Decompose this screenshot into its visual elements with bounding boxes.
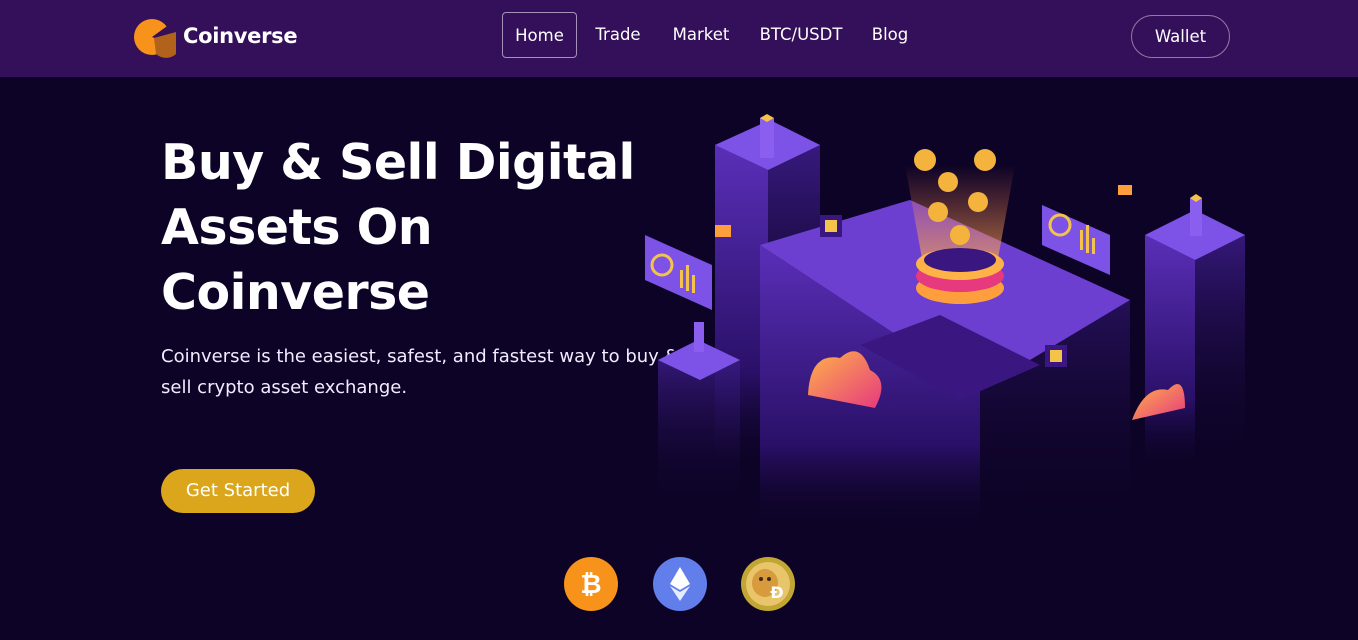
hero-title: Buy & Sell Digital Assets On Coinverse <box>161 134 635 321</box>
top-navbar: Coinverse Home Trade Market BTC/USDT Blo… <box>0 0 1358 77</box>
svg-text:Ð: Ð <box>770 583 783 602</box>
nav-btc-usdt[interactable]: BTC/USDT <box>754 12 848 58</box>
brand[interactable]: Coinverse <box>132 14 298 58</box>
coinverse-logo-icon <box>132 14 181 58</box>
brand-name: Coinverse <box>183 24 298 48</box>
left-chart-panel <box>645 235 712 310</box>
svg-text:₿: ₿ <box>580 570 601 600</box>
right-tower <box>1145 194 1245 470</box>
nav-market[interactable]: Market <box>666 12 736 58</box>
bitcoin-icon: ₿ <box>564 557 618 611</box>
hero-description: Coinverse is the easiest, safest, and fa… <box>161 346 679 398</box>
dogecoin-icon: Ð <box>741 557 795 611</box>
coin-stack <box>916 248 1004 304</box>
ethereum-icon <box>653 557 707 611</box>
nav-blog[interactable]: Blog <box>866 12 914 58</box>
nav-trade[interactable]: Trade <box>589 12 647 58</box>
isometric-city-illustration <box>645 114 1245 530</box>
nav-home[interactable]: Home <box>502 12 577 58</box>
right-chart-panel <box>1042 205 1110 275</box>
get-started-button[interactable]: Get Started <box>161 469 315 513</box>
wallet-button[interactable]: Wallet <box>1131 15 1230 58</box>
